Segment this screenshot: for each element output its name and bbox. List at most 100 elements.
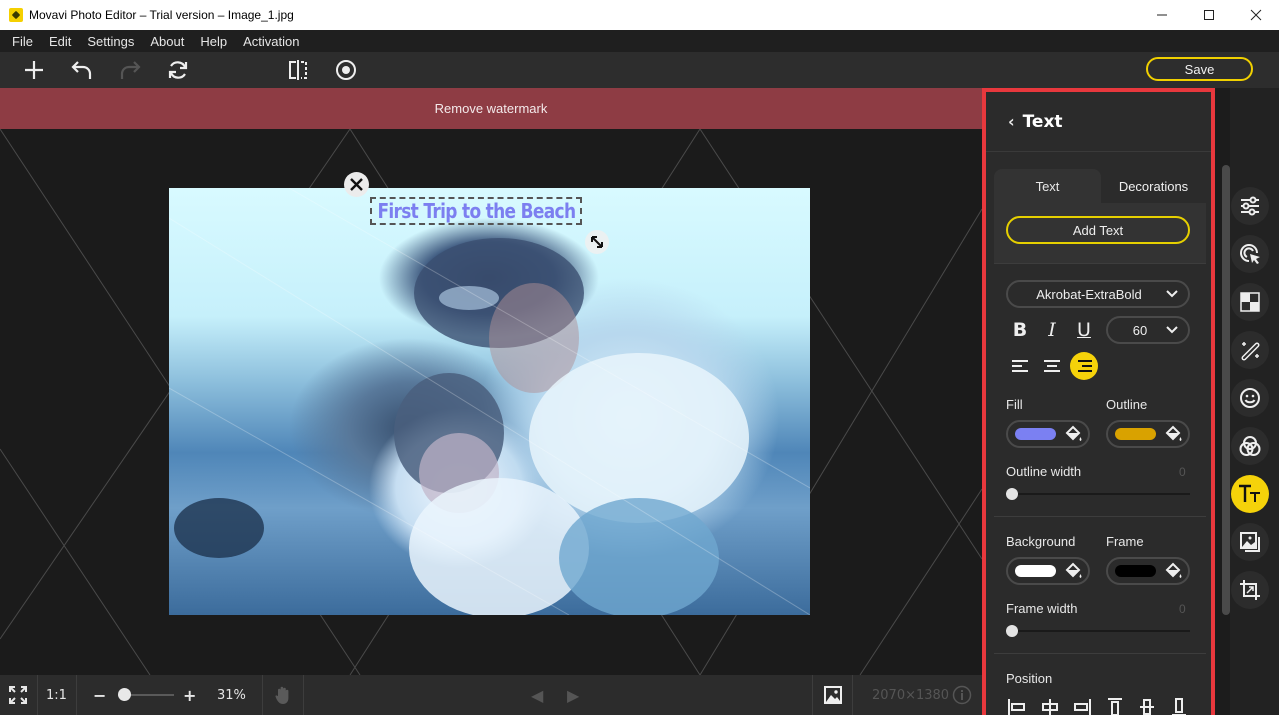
hand-pan-icon[interactable]	[274, 675, 292, 715]
align-top-icon	[1108, 698, 1122, 715]
divider	[994, 263, 1206, 264]
paint-bucket-icon[interactable]	[1064, 561, 1084, 581]
window-title: Movavi Photo Editor – Trial version – Im…	[29, 8, 294, 22]
rotate-refresh-icon[interactable]	[165, 57, 191, 83]
compare-split-icon[interactable]	[285, 57, 311, 83]
paint-bucket-icon[interactable]	[1164, 561, 1184, 581]
minimize-icon	[1156, 14, 1167, 16]
checkerboard-background-icon[interactable]	[1231, 283, 1269, 321]
panel-scrollbar[interactable]	[1222, 165, 1230, 615]
close-window-button[interactable]	[1232, 0, 1279, 30]
text-settings-panel: ‹ Text Text Decorations Add Text Akrobat…	[982, 88, 1215, 715]
color-circles-icon[interactable]	[1231, 427, 1269, 465]
menu-bar: File Edit Settings About Help Activation	[0, 30, 1279, 52]
position-align-left-button[interactable]	[1007, 698, 1029, 715]
undo-icon[interactable]	[69, 57, 95, 83]
outline-width-slider-thumb[interactable]	[1006, 488, 1018, 500]
outline-color-swatch	[1115, 428, 1156, 440]
background-label: Background	[1006, 534, 1076, 549]
align-center-button[interactable]	[1038, 352, 1066, 380]
menu-file[interactable]: File	[4, 34, 41, 49]
zoom-slider-thumb[interactable]	[117, 688, 131, 701]
redo-icon[interactable]	[117, 57, 143, 83]
maximize-button[interactable]	[1185, 0, 1232, 30]
font-family-select[interactable]: Akrobat-ExtraBold	[1006, 280, 1190, 308]
photo-image[interactable]	[169, 188, 810, 615]
fill-label: Fill	[1006, 397, 1023, 412]
position-align-bottom-button[interactable]	[1169, 698, 1191, 715]
image-icon[interactable]	[824, 675, 842, 715]
menu-about[interactable]: About	[142, 34, 192, 49]
resize-arrows-icon	[591, 236, 603, 248]
info-button[interactable]	[952, 675, 972, 715]
face-smile-icon[interactable]	[1231, 379, 1269, 417]
adjust-sliders-icon[interactable]	[1231, 187, 1269, 225]
background-color-swatch	[1015, 565, 1056, 577]
preview-eye-icon[interactable]	[333, 57, 359, 83]
italic-button[interactable]: I	[1039, 317, 1065, 343]
text-object[interactable]: First Trip to the Beach	[370, 197, 582, 225]
divider	[262, 675, 263, 715]
back-button[interactable]: ‹	[1008, 112, 1015, 131]
frame-width-slider[interactable]	[1012, 630, 1190, 632]
underline-button[interactable]: U	[1071, 317, 1097, 343]
panel-title: Text	[1022, 111, 1063, 132]
bold-button[interactable]: B	[1007, 317, 1033, 343]
frame-color-swatch	[1115, 565, 1156, 577]
align-right-button[interactable]	[1070, 352, 1098, 380]
divider	[852, 675, 853, 715]
background-color-picker[interactable]	[1006, 557, 1090, 585]
align-left-button[interactable]	[1006, 352, 1034, 380]
outline-width-slider[interactable]	[1012, 493, 1190, 495]
text-object-content: First Trip to the Beach	[377, 199, 576, 223]
fill-color-picker[interactable]	[1006, 420, 1090, 448]
minimize-button[interactable]	[1138, 0, 1185, 30]
divider	[994, 653, 1206, 654]
position-align-right-button[interactable]	[1072, 698, 1094, 715]
position-align-center-h-button[interactable]	[1040, 698, 1062, 715]
tab-text[interactable]: Text	[994, 169, 1101, 203]
divider	[37, 675, 38, 715]
position-align-center-v-button[interactable]	[1137, 698, 1159, 715]
fit-screen-icon[interactable]	[8, 675, 28, 715]
maximize-icon	[1203, 10, 1214, 20]
save-button[interactable]: Save	[1146, 57, 1253, 81]
previous-image-button[interactable]: ◀	[531, 675, 543, 715]
app-window: Movavi Photo Editor – Trial version – Im…	[0, 0, 1279, 715]
menu-activation[interactable]: Activation	[235, 34, 307, 49]
magic-wand-icon[interactable]	[1231, 331, 1269, 369]
image-overlay-icon[interactable]	[1231, 523, 1269, 561]
font-size-value: 60	[1132, 322, 1148, 338]
menu-settings[interactable]: Settings	[79, 34, 142, 49]
divider	[303, 675, 304, 715]
outline-color-picker[interactable]	[1106, 420, 1190, 448]
menu-help[interactable]: Help	[192, 34, 235, 49]
divider	[812, 675, 813, 715]
crop-icon[interactable]	[1231, 571, 1269, 609]
text-align-left-icon	[1012, 360, 1028, 372]
font-size-select[interactable]: 60	[1106, 316, 1190, 344]
close-icon	[350, 178, 363, 191]
toolbar	[0, 52, 1279, 88]
frame-color-picker[interactable]	[1106, 557, 1190, 585]
next-image-button[interactable]: ▶	[567, 675, 579, 715]
frame-width-slider-thumb[interactable]	[1006, 625, 1018, 637]
zoom-in-button[interactable]: +	[183, 675, 196, 715]
outline-width-value: 0	[1179, 465, 1186, 479]
actual-size-button[interactable]: 1:1	[46, 675, 67, 715]
zoom-value: 31%	[217, 687, 246, 703]
remove-watermark-button[interactable]: Remove watermark	[0, 88, 982, 129]
zoom-out-button[interactable]: −	[93, 675, 106, 715]
menu-edit[interactable]: Edit	[41, 34, 79, 49]
remove-text-button[interactable]	[344, 172, 369, 197]
paint-bucket-icon[interactable]	[1064, 424, 1084, 444]
selection-cursor-icon[interactable]	[1231, 235, 1269, 273]
add-text-button[interactable]: Add Text	[1006, 216, 1190, 244]
tab-decorations[interactable]: Decorations	[1101, 169, 1206, 203]
paint-bucket-icon[interactable]	[1164, 424, 1184, 444]
add-icon[interactable]	[21, 57, 47, 83]
movavi-logo-icon	[9, 8, 23, 22]
position-align-top-button[interactable]	[1105, 698, 1127, 715]
text-tt-icon[interactable]	[1231, 475, 1269, 513]
resize-rotate-handle[interactable]	[585, 230, 609, 254]
